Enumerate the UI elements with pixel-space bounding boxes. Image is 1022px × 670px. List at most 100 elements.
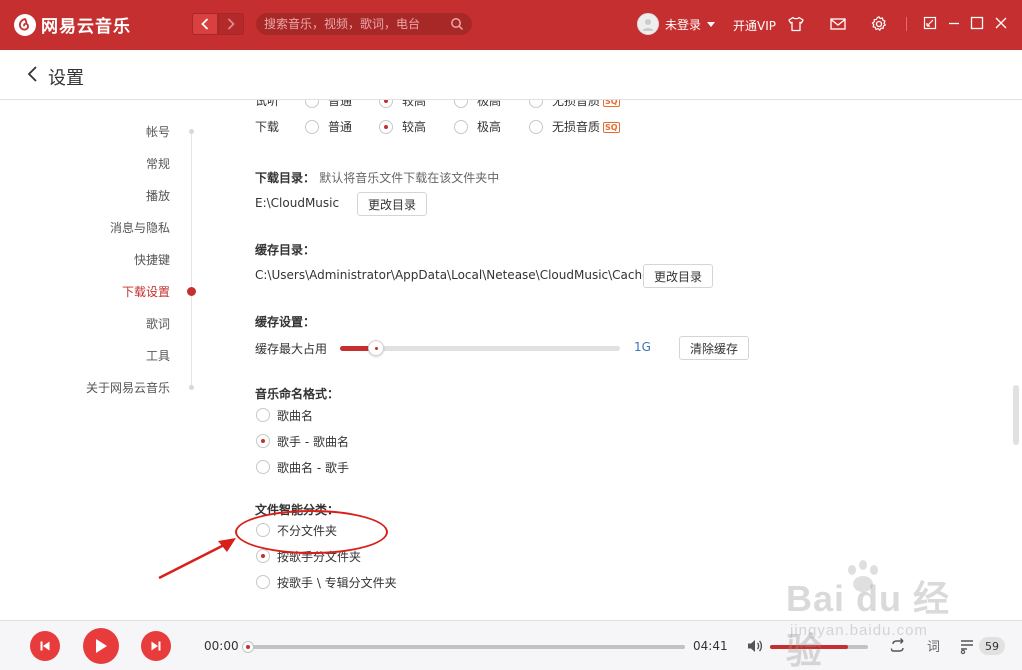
avatar[interactable] bbox=[637, 13, 659, 35]
sidebar-item-general[interactable]: 常规 bbox=[146, 155, 170, 172]
lossless-label: 无损音质 bbox=[552, 100, 601, 108]
volume-fill bbox=[770, 645, 848, 649]
chevron-right-icon bbox=[227, 18, 235, 30]
option-label: 无损音质 SQ bbox=[552, 118, 620, 135]
sidebar-item-tools[interactable]: 工具 bbox=[146, 347, 170, 364]
back-button[interactable] bbox=[192, 13, 218, 35]
radio-download-high[interactable] bbox=[379, 120, 393, 134]
download-dir-hint: 默认将音乐文件下载在该文件夹中 bbox=[319, 171, 500, 185]
option-label: 歌曲名 bbox=[277, 409, 314, 423]
mini-mode-icon[interactable] bbox=[922, 15, 938, 31]
option-label: 普通 bbox=[328, 100, 353, 108]
search-input[interactable] bbox=[264, 17, 450, 31]
option-label: 按歌手 \ 专辑分文件夹 bbox=[277, 576, 397, 590]
option-label: 较高 bbox=[402, 120, 427, 134]
annotation-ellipse bbox=[235, 510, 388, 554]
sidebar-item-download[interactable]: 下载设置 bbox=[122, 283, 170, 300]
radio-download-lossless[interactable] bbox=[529, 120, 543, 134]
netease-logo-icon bbox=[14, 13, 36, 36]
user-menu[interactable]: 未登录 bbox=[637, 13, 716, 35]
change-cache-dir-button[interactable]: 更改目录 bbox=[643, 264, 714, 288]
play-icon bbox=[96, 639, 107, 653]
section-heading: 下载目录： bbox=[255, 171, 316, 185]
clear-cache-button[interactable]: 清除缓存 bbox=[679, 336, 750, 360]
next-button[interactable] bbox=[141, 631, 171, 661]
radio-listen-higher[interactable] bbox=[454, 100, 468, 108]
cache-dir-title: 缓存目录： bbox=[255, 243, 316, 257]
skip-previous-icon bbox=[40, 641, 50, 651]
cache-max-label: 缓存最大占用 bbox=[255, 342, 328, 356]
cache-size-value: 1G bbox=[634, 340, 651, 354]
forward-button[interactable] bbox=[218, 13, 244, 35]
listen-quality-label: 试听 bbox=[255, 100, 280, 108]
app-logo[interactable]: 网易云音乐 bbox=[14, 12, 131, 37]
radio-folder-by-artist[interactable] bbox=[256, 549, 270, 563]
sidebar-item-privacy[interactable]: 消息与隐私 bbox=[110, 219, 170, 236]
title-bar: 网易云音乐 未登录 开通VIP bbox=[0, 0, 1022, 50]
play-button[interactable] bbox=[83, 628, 119, 664]
option-label: 极高 bbox=[477, 100, 502, 108]
mail-icon[interactable] bbox=[828, 14, 848, 34]
search-box bbox=[256, 13, 472, 35]
search-icon[interactable] bbox=[450, 17, 464, 31]
radio-download-normal[interactable] bbox=[305, 120, 319, 134]
lossless-label: 无损音质 bbox=[552, 120, 601, 134]
sidebar-dot bbox=[189, 385, 194, 390]
close-icon[interactable] bbox=[993, 15, 1009, 31]
radio-naming-song-artist[interactable] bbox=[256, 460, 270, 474]
sq-badge: SQ bbox=[603, 100, 620, 107]
sidebar-active-dot bbox=[187, 287, 196, 296]
player-bar: 00:00 04:41 词 59 bbox=[0, 620, 1022, 670]
sidebar-item-shortcuts[interactable]: 快捷键 bbox=[134, 251, 170, 268]
total-time: 04:41 bbox=[693, 639, 728, 653]
vip-link[interactable]: 开通VIP bbox=[733, 17, 776, 34]
radio-folder-by-artist-album[interactable] bbox=[256, 575, 270, 589]
lyric-toggle[interactable]: 词 bbox=[927, 636, 940, 655]
sq-badge: SQ bbox=[603, 122, 620, 133]
radio-listen-high[interactable] bbox=[379, 100, 393, 108]
progress-handle[interactable] bbox=[242, 641, 254, 653]
current-time: 00:00 bbox=[204, 639, 239, 653]
playback-progress-bar[interactable] bbox=[245, 645, 685, 649]
sidebar-item-about[interactable]: 关于网易云音乐 bbox=[86, 379, 170, 396]
repeat-icon[interactable] bbox=[889, 637, 907, 655]
minimize-icon[interactable] bbox=[946, 15, 962, 31]
content-scrollbar[interactable] bbox=[1013, 385, 1019, 445]
sidebar-item-account[interactable]: 帐号 bbox=[146, 123, 170, 140]
page-title: 设置 bbox=[48, 68, 84, 89]
option-label: 较高 bbox=[402, 100, 427, 108]
caret-down-icon[interactable] bbox=[707, 21, 716, 27]
skin-icon[interactable] bbox=[786, 14, 806, 34]
cache-dir-path: C:\Users\Administrator\AppData\Local\Net… bbox=[255, 268, 650, 282]
sidebar-item-playback[interactable]: 播放 bbox=[146, 187, 170, 204]
maximize-icon[interactable] bbox=[969, 15, 985, 31]
option-label: 歌曲名 - 歌手 bbox=[277, 461, 349, 475]
option-label: 普通 bbox=[328, 120, 353, 134]
login-status[interactable]: 未登录 bbox=[665, 16, 701, 33]
radio-naming-song[interactable] bbox=[256, 408, 270, 422]
playlist-icon[interactable] bbox=[958, 637, 976, 655]
radio-naming-artist-song[interactable] bbox=[256, 434, 270, 448]
radio-listen-normal[interactable] bbox=[305, 100, 319, 108]
titlebar-divider bbox=[906, 17, 907, 31]
sidebar-dot bbox=[189, 129, 194, 134]
radio-listen-lossless[interactable] bbox=[529, 100, 543, 108]
volume-slider[interactable] bbox=[770, 645, 868, 649]
sidebar-item-lyrics[interactable]: 歌词 bbox=[146, 315, 170, 332]
download-dir-path: E:\CloudMusic bbox=[255, 196, 340, 210]
radio-download-higher[interactable] bbox=[454, 120, 468, 134]
back-arrow-icon[interactable] bbox=[26, 65, 40, 83]
previous-button[interactable] bbox=[30, 631, 60, 661]
slider-handle[interactable] bbox=[368, 340, 384, 356]
option-label: 极高 bbox=[477, 120, 502, 134]
change-download-dir-button[interactable]: 更改目录 bbox=[357, 192, 428, 216]
playlist-count-badge[interactable]: 59 bbox=[979, 637, 1005, 655]
chevron-left-icon bbox=[201, 18, 209, 30]
slider-fill bbox=[340, 346, 370, 351]
option-label: 无损音质 SQ bbox=[552, 100, 620, 109]
cache-settings-title: 缓存设置： bbox=[255, 315, 316, 329]
option-label: 歌手 - 歌曲名 bbox=[277, 435, 349, 449]
download-quality-label: 下载 bbox=[255, 120, 280, 134]
volume-icon[interactable] bbox=[746, 637, 764, 655]
gear-icon[interactable] bbox=[869, 14, 889, 34]
